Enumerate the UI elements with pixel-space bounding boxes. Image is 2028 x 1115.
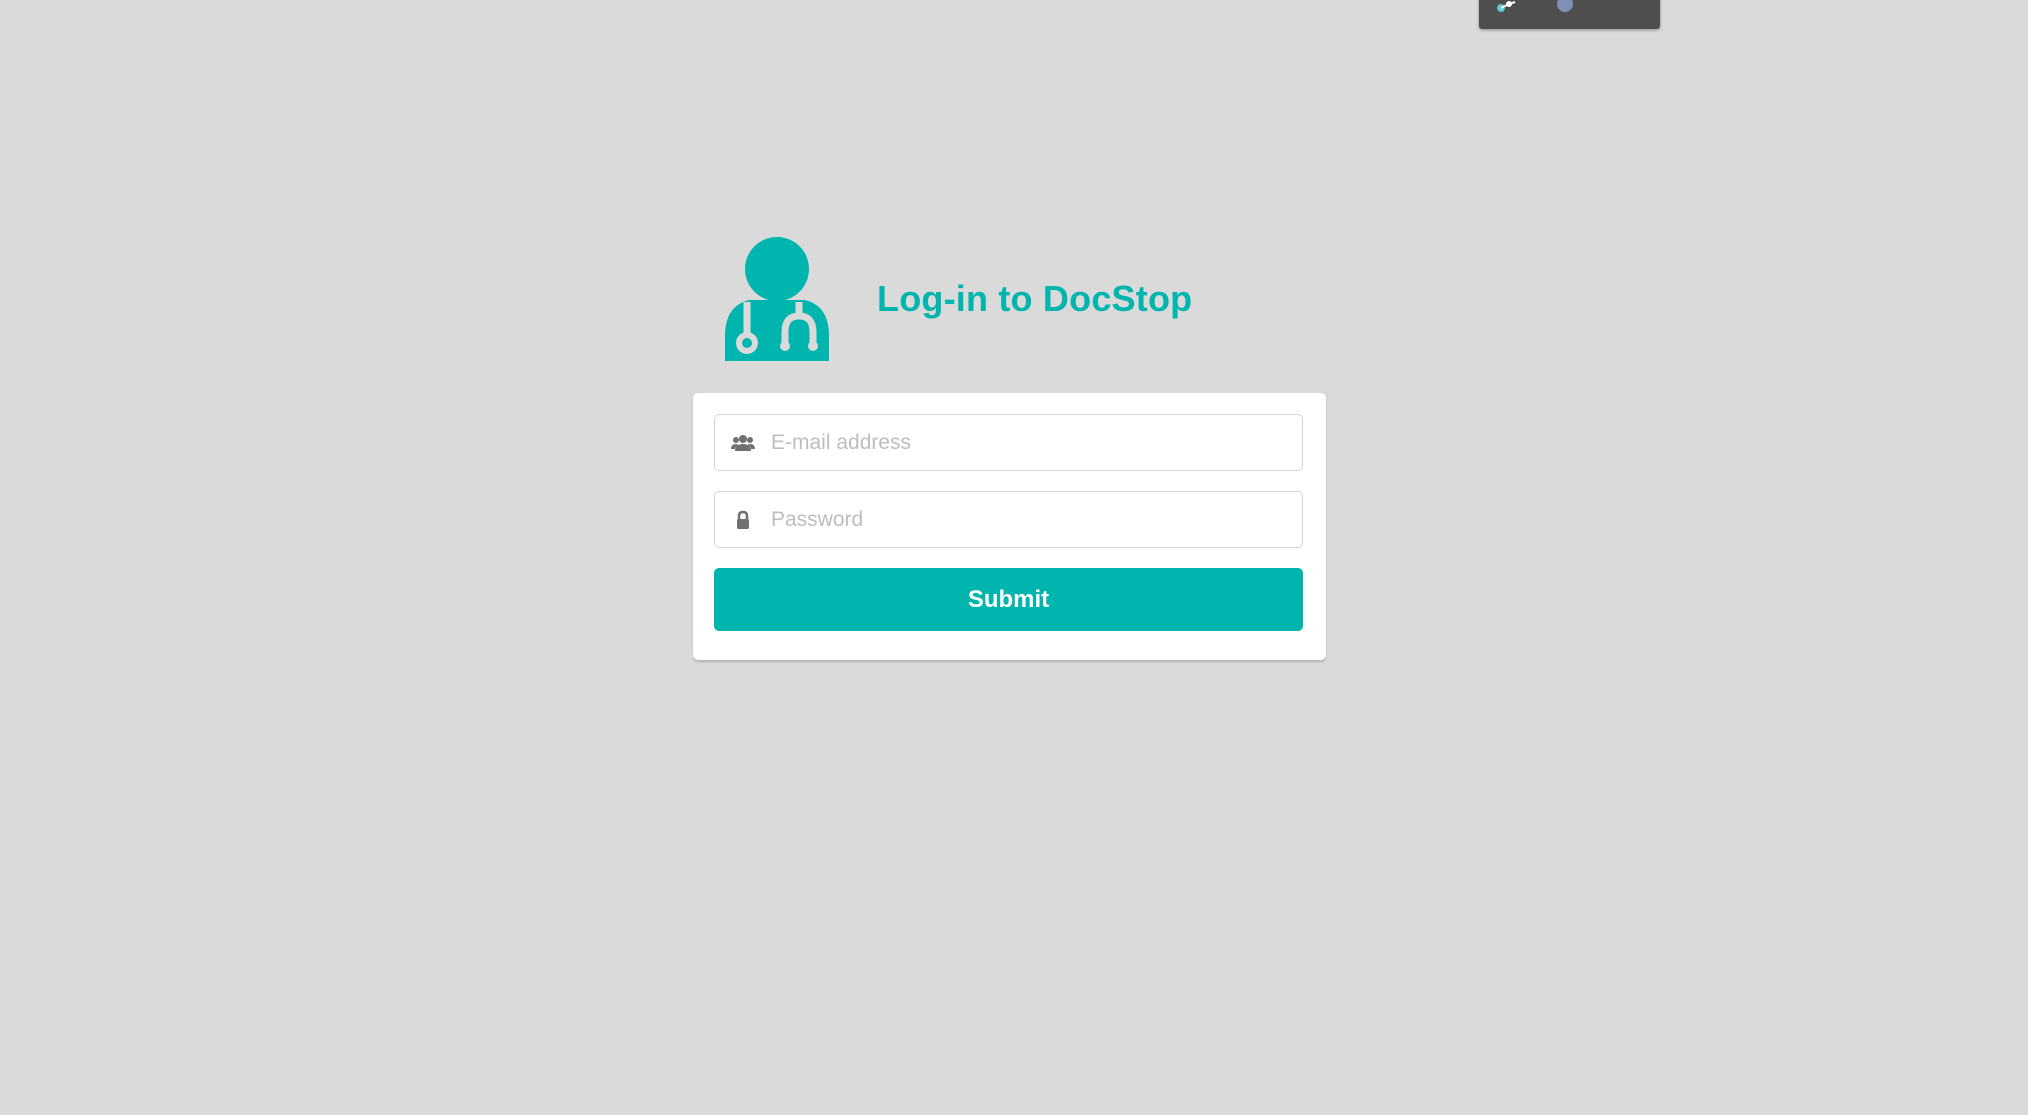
circle-icon[interactable] xyxy=(1554,0,1576,14)
page-title: Log-in to DocStop xyxy=(877,277,1193,319)
login-form: Submit xyxy=(693,393,1326,660)
doctor-icon xyxy=(719,236,835,361)
share-icon[interactable] xyxy=(1495,0,1521,16)
login-header: Log-in to DocStop xyxy=(719,236,1192,361)
floating-toolbar xyxy=(1479,0,1660,29)
submit-button[interactable]: Submit xyxy=(714,568,1303,631)
password-field xyxy=(714,491,1303,548)
email-field xyxy=(714,414,1303,471)
password-input[interactable] xyxy=(715,492,1302,547)
email-input[interactable] xyxy=(715,415,1302,470)
